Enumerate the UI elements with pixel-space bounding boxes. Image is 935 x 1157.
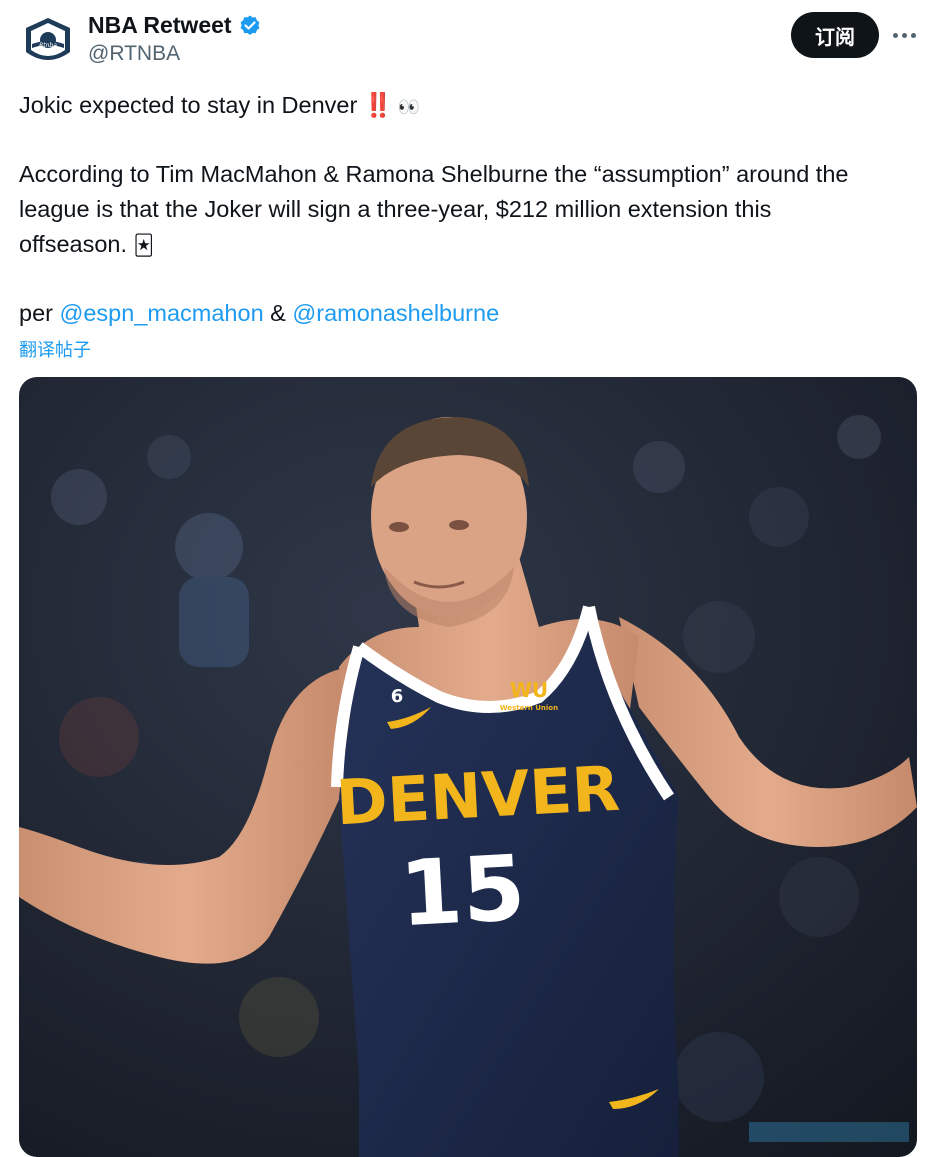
more-options-button[interactable] xyxy=(889,20,919,50)
rtnba-logo-icon: Rtnba xyxy=(26,18,70,60)
player-photo: DENVER 15 WU Western Union 6 xyxy=(19,377,917,1157)
author-handle[interactable]: @RTNBA xyxy=(88,42,180,66)
eyes-icon: 👀 xyxy=(397,97,421,117)
mention-link-ramonashelburne[interactable]: @ramonashelburne xyxy=(292,300,499,326)
avatar[interactable]: Rtnba xyxy=(20,14,76,70)
tweet-line-1: Jokic expected to stay in Denver ‼️ 👀 xyxy=(19,88,420,125)
mention-link-espn-macmahon[interactable]: @espn_macmahon xyxy=(60,300,264,326)
subscribe-button[interactable]: 订阅 xyxy=(791,12,879,58)
mentions-prefix: per xyxy=(19,300,53,326)
tweet-paragraph-line: offseason. xyxy=(19,231,128,257)
jersey-number-text: 15 xyxy=(397,836,528,947)
jersey-patch-subtext: Western Union xyxy=(500,704,558,712)
svg-text:Rtnba: Rtnba xyxy=(39,42,57,49)
joker-card-icon: 🃏 xyxy=(133,235,155,257)
tweet-paragraph-line: According to Tim MacMahon & Ramona Shelb… xyxy=(19,161,849,187)
tweet-headline: Jokic expected to stay in Denver xyxy=(19,92,358,118)
display-name[interactable]: NBA Retweet xyxy=(88,12,232,39)
jersey-team-text: DENVER xyxy=(334,752,621,840)
more-dots-icon xyxy=(892,32,916,38)
translate-post-link[interactable]: 翻译帖子 xyxy=(19,336,91,362)
verified-badge-icon xyxy=(240,15,259,35)
jersey-patch-text: WU xyxy=(510,678,548,702)
tweet-paragraph-2: According to Tim MacMahon & Ramona Shelb… xyxy=(19,157,919,264)
author-name-row: NBA Retweet xyxy=(88,12,262,39)
tweet-media-image[interactable]: DENVER 15 WU Western Union 6 xyxy=(19,377,917,1157)
mentions-joiner: & xyxy=(270,300,286,326)
tweet-mentions-line: per @espn_macmahon & @ramonashelburne xyxy=(19,296,499,331)
tweet-paragraph-line: league is that the Joker will sign a thr… xyxy=(19,196,772,222)
double-exclamation-icon: ‼️ xyxy=(363,92,393,118)
jersey-sleeve-number: 6 xyxy=(391,686,404,707)
